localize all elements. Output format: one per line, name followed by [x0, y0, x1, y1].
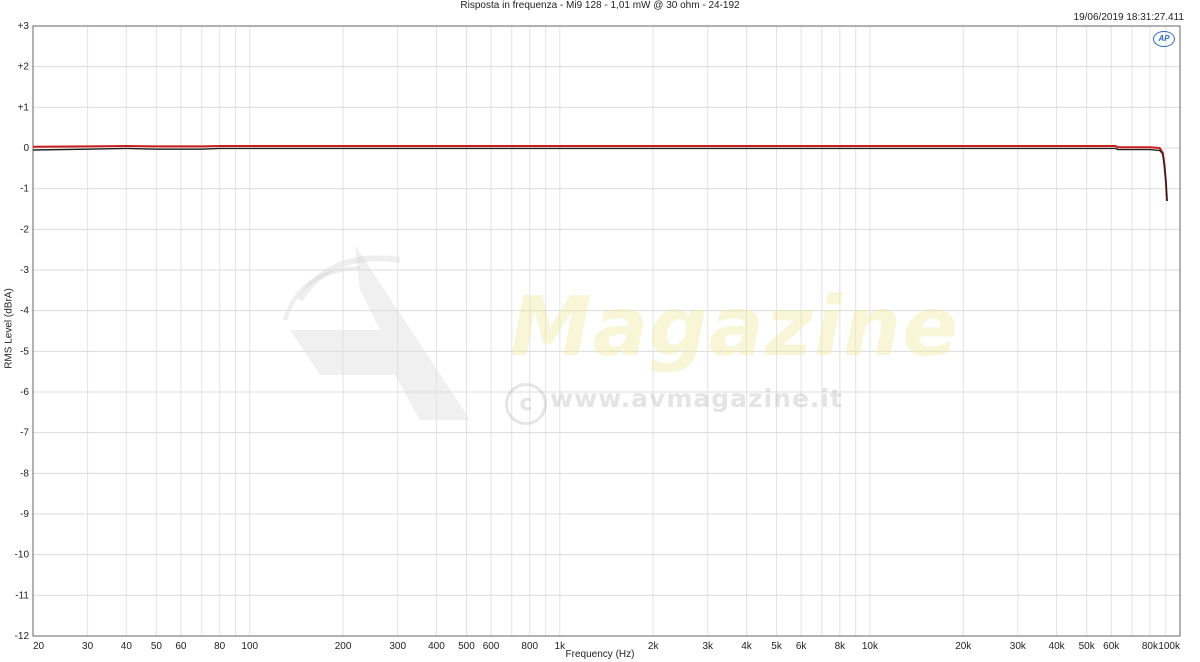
y-tick-label: -6 [20, 387, 29, 398]
y-tick-label: -9 [20, 509, 29, 520]
series-line-1 [32, 145, 1168, 201]
copyright-icon: c [505, 383, 547, 425]
y-axis-label: RMS Level (dBrA) [3, 288, 15, 369]
y-tick-label: +2 [18, 62, 30, 73]
ap-logo-icon: AP [1153, 31, 1175, 47]
y-tick-label: -7 [20, 428, 29, 439]
series-line-2 [32, 147, 1168, 201]
y-tick-label: -8 [20, 468, 29, 479]
y-tick-label: -10 [15, 550, 30, 561]
chart-timestamp: 19/06/2019 18:31:27.411 [1073, 12, 1184, 23]
y-tick-label: -4 [20, 306, 29, 317]
x-axis-label: Frequency (Hz) [565, 649, 635, 660]
watermark-swoosh-2 [283, 266, 361, 321]
y-tick-label: -11 [15, 590, 29, 601]
y-tick-label: +3 [18, 21, 30, 32]
y-tick-label: -1 [20, 184, 29, 195]
y-tick-label: -5 [20, 346, 29, 357]
y-tick-label: 0 [23, 143, 29, 154]
y-tick-label: -3 [20, 265, 29, 276]
y-tick-label: -12 [15, 631, 30, 642]
watermark-av-shape [290, 245, 470, 420]
y-tick-label: -2 [20, 224, 29, 235]
y-tick-label: +1 [18, 102, 30, 113]
chart-title: Risposta in frequenza - Mi9 128 - 1,01 m… [460, 0, 740, 11]
watermark-url: www.avmagazine.it [550, 384, 843, 413]
watermark-logo-text: Magazine [510, 280, 959, 375]
